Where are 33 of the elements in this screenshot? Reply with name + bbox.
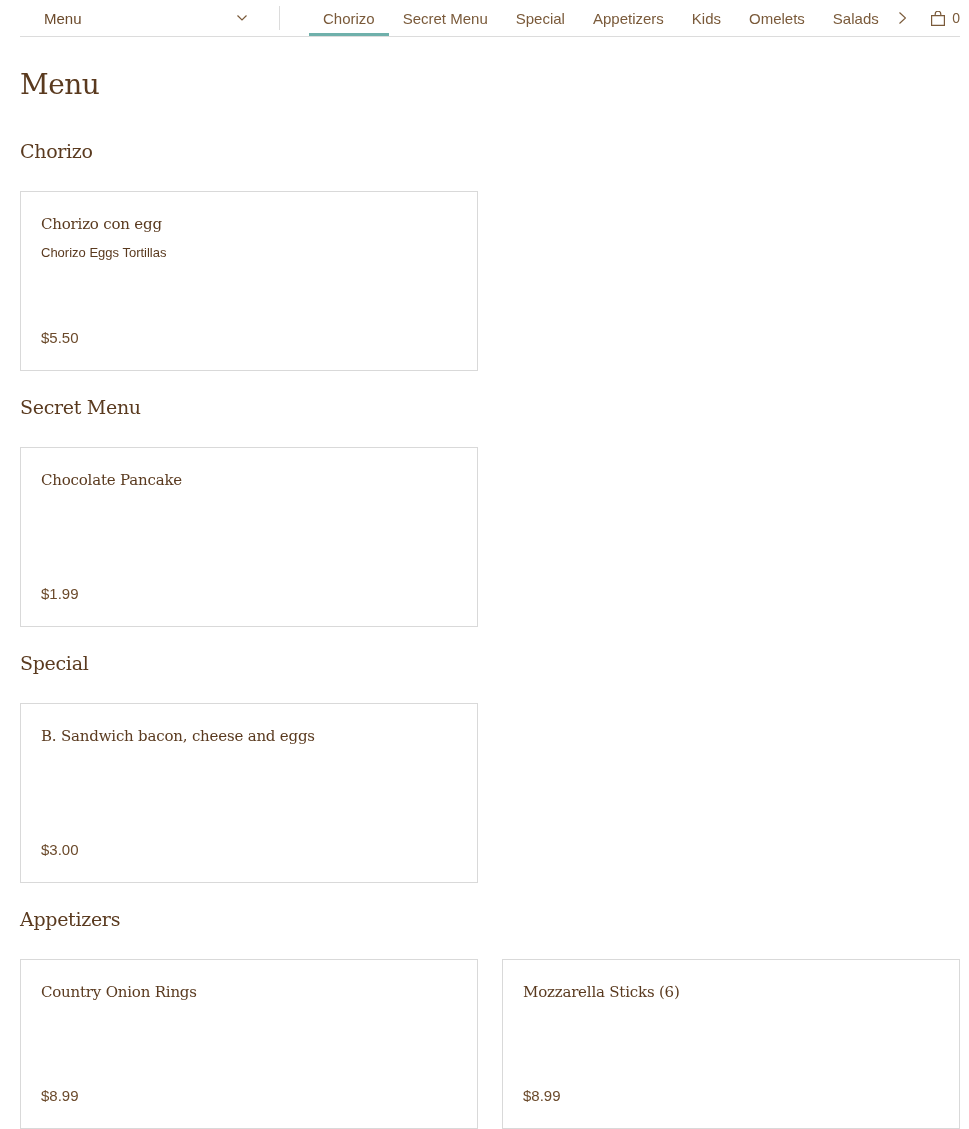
menu-item-card[interactable]: B. Sandwich bacon, cheese and eggs $3.00 (20, 703, 478, 883)
item-name: Chorizo con egg (41, 214, 162, 234)
category-tab[interactable]: Chorizo (309, 0, 389, 36)
item-name: Chocolate Pancake (41, 470, 182, 490)
section-heading: Appetizers (20, 907, 121, 932)
item-price: $5.50 (41, 328, 79, 348)
category-tab[interactable]: Appetizers (578, 0, 678, 36)
category-tab[interactable]: Omelets (735, 0, 819, 36)
item-price: $1.99 (41, 584, 79, 604)
item-description: Chorizo Eggs Tortillas (41, 244, 167, 262)
category-tab[interactable]: Salads (818, 0, 893, 36)
category-tab[interactable]: Secret Menu (388, 0, 502, 36)
item-price: $8.99 (523, 1086, 561, 1106)
menu-item-card[interactable]: Chocolate Pancake $1.99 (20, 447, 478, 627)
category-tab[interactable]: Special (501, 0, 579, 36)
item-name: Mozzarella Sticks (6) (523, 982, 680, 1002)
menu-item-card[interactable]: Chorizo con egg Chorizo Eggs Tortillas $5.50 (20, 191, 478, 371)
page-title: Menu (20, 68, 100, 102)
chevron-down-icon (237, 15, 247, 21)
section-heading: Chorizo (20, 139, 93, 164)
menu-item-card[interactable]: Mozzarella Sticks (6) $8.99 (502, 959, 960, 1129)
item-name: Country Onion Rings (41, 982, 197, 1002)
section-heading: Secret Menu (20, 395, 141, 420)
menu-item-card[interactable]: Country Onion Rings $8.99 (20, 959, 478, 1129)
cart-button[interactable]: 0 (931, 10, 960, 26)
section-heading: Special (20, 651, 89, 676)
shopping-bag-icon (931, 10, 946, 26)
item-price: $3.00 (41, 840, 79, 860)
menu-dropdown[interactable]: Menu (20, 6, 280, 30)
item-name: B. Sandwich bacon, cheese and eggs (41, 726, 315, 746)
category-tab[interactable]: Kids (677, 0, 735, 36)
item-price: $8.99 (41, 1086, 79, 1106)
chevron-right-icon[interactable] (898, 12, 906, 24)
